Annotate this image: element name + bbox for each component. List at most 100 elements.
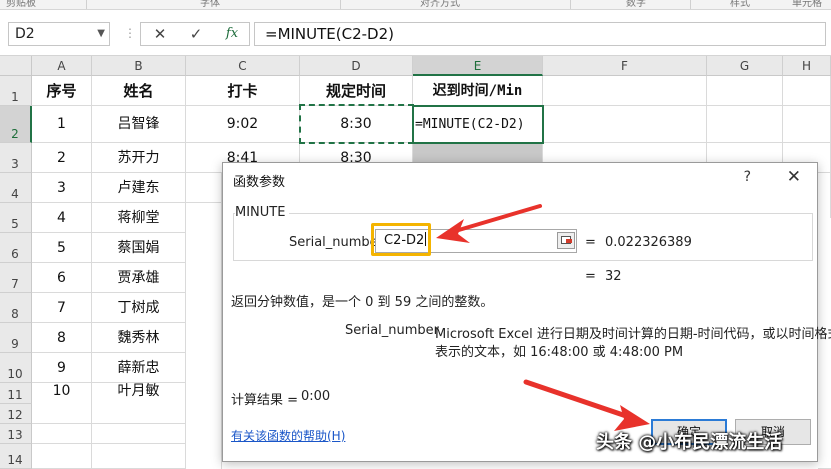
help-icon[interactable]: ? [744, 169, 751, 185]
column-header-a[interactable]: A [32, 56, 92, 76]
row-header[interactable]: 9 [0, 323, 32, 353]
header-cell-rule[interactable]: 规定时间 [300, 76, 413, 106]
row-header[interactable]: 14 [0, 444, 32, 469]
cell-no[interactable]: 2 [32, 143, 92, 173]
header-cell-late[interactable]: 迟到时间/Min [413, 76, 543, 106]
cell-no[interactable]: 6 [32, 263, 92, 293]
column-header-h[interactable]: H [783, 56, 831, 76]
ribbon-separator [570, 0, 571, 9]
empty-cell[interactable] [707, 76, 783, 106]
cell-no[interactable]: 8 [32, 323, 92, 353]
cell-clock[interactable]: 9:02 [186, 106, 300, 143]
row-header[interactable]: 8 [0, 293, 32, 323]
row-header[interactable]: 2 [0, 106, 32, 143]
empty-cell[interactable] [783, 76, 831, 106]
close-icon[interactable]: ✕ [145, 23, 175, 45]
calc-result-value: 0:00 [301, 389, 331, 404]
column-header-f[interactable]: F [543, 56, 707, 76]
ribbon-group-styles[interactable]: 样式 [730, 0, 750, 9]
row-header[interactable]: 4 [0, 173, 32, 203]
ribbon-group-number[interactable]: 数字 [626, 0, 646, 9]
ribbon-group-clipboard[interactable]: 剪贴板 [6, 0, 36, 9]
row-header[interactable]: 6 [0, 233, 32, 263]
row-header[interactable]: 12 [0, 404, 32, 424]
empty-cell[interactable] [543, 106, 707, 143]
reference-marquee [299, 104, 414, 144]
function-name: MINUTE [235, 205, 290, 220]
cell-no[interactable]: 4 [32, 203, 92, 233]
watermark: 头条 @小布民漂流生活 [596, 432, 783, 453]
function-help-link[interactable]: 有关该函数的帮助(H) [231, 427, 345, 444]
cell-name[interactable]: 蔡国娟 [92, 233, 186, 263]
fx-icon[interactable]: fx [217, 23, 247, 45]
calc-result-label: 计算结果 = [231, 393, 299, 408]
empty-cell[interactable] [32, 444, 92, 469]
empty-cell[interactable] [707, 106, 783, 143]
function-arguments-dialog: 函数参数 ? ✕ MINUTE Serial_number C2-D2 = 0.… [222, 162, 831, 462]
cell-no[interactable]: 1 [32, 106, 92, 143]
header-cell-name[interactable]: 姓名 [92, 76, 186, 106]
empty-cell[interactable] [818, 218, 831, 469]
header-cell-clock[interactable]: 打卡 [186, 76, 300, 106]
arg-description-line1: Microsoft Excel 进行日期及时间计算的日期-时间代码，或以时间格式 [435, 327, 831, 342]
row-header[interactable]: 7 [0, 263, 32, 293]
name-box-value: D2 [15, 26, 35, 42]
column-header-e[interactable]: E [413, 56, 543, 76]
range-select-icon[interactable] [557, 232, 575, 249]
empty-cell[interactable] [92, 404, 186, 424]
function-result: 32 [605, 269, 622, 284]
empty-cell[interactable] [543, 76, 707, 106]
ribbon-separator [690, 0, 691, 9]
row-header[interactable]: 10 [0, 353, 32, 383]
ribbon-separator [86, 0, 87, 9]
column-header-c[interactable]: C [186, 56, 300, 76]
cell-name[interactable]: 贾承雄 [92, 263, 186, 293]
cell-name[interactable]: 卢建东 [92, 173, 186, 203]
cell-no[interactable]: 7 [32, 293, 92, 323]
result-equals: = [585, 269, 596, 284]
ribbon-strip: 剪贴板 字体 对齐方式 数字 样式 单元格 [0, 0, 831, 10]
row-header[interactable]: 5 [0, 203, 32, 233]
row-header[interactable]: 3 [0, 143, 32, 173]
cell-name[interactable]: 吕智锋 [92, 106, 186, 143]
formula-bar: D2 ▼ ⋮ ✕ ✓ fx =MINUTE(C2-D2) [0, 10, 831, 56]
cell-no[interactable]: 10 [32, 376, 92, 406]
formula-buttons: ✕ ✓ fx [140, 22, 250, 46]
cell-name[interactable]: 蒋柳堂 [92, 203, 186, 233]
name-box[interactable]: D2 ▼ [8, 22, 110, 46]
arg-description-line2: 表示的文本，如 16:48:00 或 4:48:00 PM [435, 345, 684, 360]
arg-evaluated-value: 0.022326389 [605, 235, 692, 250]
ribbon-group-font[interactable]: 字体 [200, 0, 220, 9]
column-header-g[interactable]: G [707, 56, 783, 76]
ribbon-group-alignment[interactable]: 对齐方式 [420, 0, 460, 9]
row-header[interactable]: 13 [0, 424, 32, 444]
header-cell-no[interactable]: 序号 [32, 76, 92, 106]
close-icon[interactable]: ✕ [787, 167, 801, 187]
row-header[interactable]: 11 [0, 383, 32, 404]
empty-cell[interactable] [32, 404, 92, 424]
select-all-corner[interactable] [0, 56, 32, 76]
cell-no[interactable]: 3 [32, 173, 92, 203]
cell-no[interactable]: 5 [32, 233, 92, 263]
cell-name[interactable]: 丁树成 [92, 293, 186, 323]
formula-input[interactable]: =MINUTE(C2-D2) [254, 22, 826, 46]
cell-name[interactable]: 叶月敏 [92, 376, 186, 406]
empty-cell[interactable] [186, 173, 222, 203]
empty-cell[interactable] [783, 106, 831, 143]
cell-name[interactable]: 魏秀林 [92, 323, 186, 353]
column-header-d[interactable]: D [300, 56, 413, 76]
column-header-b[interactable]: B [92, 56, 186, 76]
empty-cell[interactable] [32, 424, 92, 444]
empty-cell[interactable] [92, 444, 186, 469]
arg-equals: = [585, 235, 596, 250]
check-icon[interactable]: ✓ [181, 23, 211, 45]
ribbon-separator [340, 0, 341, 9]
empty-cell[interactable] [92, 424, 186, 444]
active-cell-border [412, 105, 544, 144]
empty-cell[interactable] [186, 203, 222, 469]
cell-name[interactable]: 苏开力 [92, 143, 186, 173]
ribbon-group-cells[interactable]: 单元格 [792, 0, 822, 9]
arg-description-name: Serial_number [345, 323, 440, 338]
row-header[interactable]: 1 [0, 76, 32, 106]
chevron-down-icon[interactable]: ▼ [97, 23, 105, 45]
